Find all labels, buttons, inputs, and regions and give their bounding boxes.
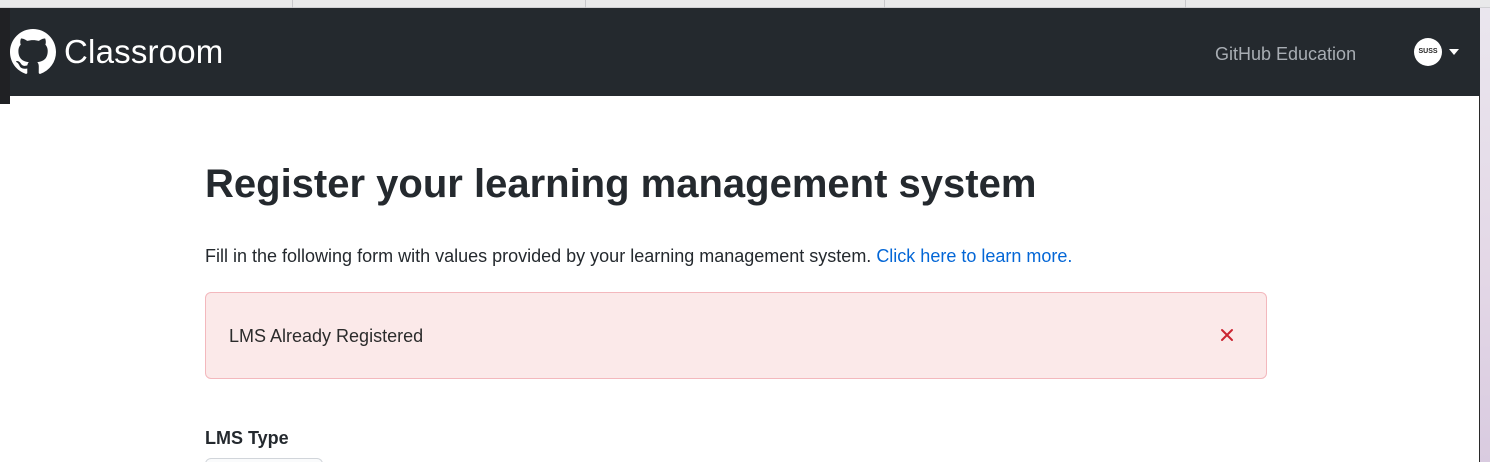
brand-link[interactable]: Classroom (10, 8, 224, 96)
page: Classroom GitHub Education SUSS Register… (0, 0, 1490, 462)
caret-down-icon (1449, 49, 1459, 55)
alert-message: LMS Already Registered (229, 326, 424, 346)
user-menu-dropdown[interactable]: SUSS (1414, 38, 1459, 66)
top-navbar: Classroom GitHub Education SUSS (10, 8, 1480, 96)
learn-more-link[interactable]: Click here to learn more. (876, 246, 1072, 266)
intro-text: Fill in the following form with values p… (205, 246, 877, 266)
lms-type-label: LMS Type (205, 428, 289, 448)
brand-title: Classroom (64, 33, 224, 70)
desktop-backdrop (1480, 8, 1490, 462)
github-education-link[interactable]: GitHub Education (1215, 8, 1356, 96)
avatar[interactable]: SUSS (1414, 38, 1442, 66)
left-window-edge (0, 8, 10, 104)
lms-type-select[interactable] (205, 458, 323, 462)
github-octocat-icon (10, 29, 56, 74)
error-alert: LMS Already Registered (205, 292, 1267, 379)
close-icon[interactable] (1215, 323, 1239, 347)
page-title: Register your learning management system (205, 162, 1037, 206)
intro-paragraph: Fill in the following form with values p… (205, 246, 1072, 267)
browser-tab-strip (0, 0, 1490, 8)
